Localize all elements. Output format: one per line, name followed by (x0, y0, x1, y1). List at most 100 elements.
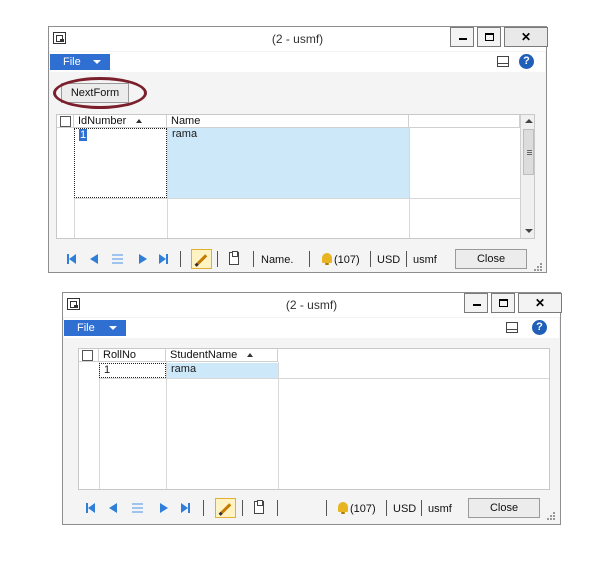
resize-grip-icon[interactable] (534, 261, 544, 271)
minimize-button[interactable] (450, 27, 474, 47)
id-cell[interactable]: 1 (74, 128, 167, 198)
status-bar: (107) USD usmf Close (64, 494, 559, 522)
title-bar[interactable]: (2 - usmf) ✕ (49, 27, 548, 51)
sort-ascending-icon (136, 119, 143, 124)
id-value: 1 (79, 129, 88, 141)
list-view-icon[interactable] (112, 254, 123, 264)
separator (180, 251, 181, 267)
separator (421, 500, 422, 516)
column-header-filler (409, 115, 520, 128)
previous-record-icon[interactable] (109, 503, 117, 513)
separator (203, 500, 204, 516)
form-window-students: (2 - usmf) ✕ File ? RollNo StudentName 1… (62, 292, 562, 525)
minimize-button[interactable] (464, 293, 488, 313)
separator (217, 251, 218, 267)
notification-bell-icon[interactable] (338, 502, 348, 514)
column-header-studentname[interactable]: StudentName (166, 349, 278, 362)
close-icon: ✕ (534, 296, 546, 310)
maximize-icon (499, 299, 508, 307)
separator (309, 251, 310, 267)
last-record-icon[interactable] (159, 254, 169, 264)
file-menu-button[interactable]: File (64, 320, 126, 336)
currency-indicator[interactable]: USD (377, 254, 400, 266)
last-record-icon[interactable] (181, 503, 191, 513)
company-indicator[interactable]: usmf (413, 254, 437, 266)
grid-line (74, 198, 520, 199)
currency-indicator[interactable]: USD (393, 503, 416, 515)
vertical-scrollbar[interactable] (520, 115, 534, 238)
separator (386, 500, 387, 516)
resize-grip-icon[interactable] (547, 510, 557, 520)
column-header-idnumber[interactable]: IdNumber (74, 115, 167, 128)
list-view-icon[interactable] (132, 503, 143, 513)
layout-icon[interactable] (506, 322, 518, 333)
highlight-ring (53, 77, 147, 109)
column-header-rollno[interactable]: RollNo (99, 349, 166, 362)
select-all-checkbox[interactable] (82, 350, 93, 361)
company-indicator[interactable]: usmf (428, 503, 452, 515)
notification-count[interactable]: (107) (334, 254, 360, 266)
scrollbar-thumb[interactable] (523, 129, 534, 175)
form-window-nextform: (2 - usmf) ✕ File ? NextForm IdNumber Na… (48, 26, 548, 273)
separator (326, 500, 327, 516)
caret-down-icon (109, 326, 117, 330)
grid-line (99, 378, 549, 379)
close-window-button[interactable]: ✕ (504, 27, 548, 47)
layout-icon[interactable] (497, 56, 509, 67)
column-header-label: Name (171, 115, 201, 127)
maximize-icon (485, 33, 494, 41)
file-menu-label: File (77, 322, 95, 334)
name-cell[interactable]: rama (168, 128, 409, 198)
file-menu-label: File (63, 56, 81, 68)
notification-count[interactable]: (107) (350, 503, 376, 515)
separator (370, 251, 371, 267)
help-icon[interactable]: ? (519, 54, 534, 69)
attachment-icon[interactable] (254, 500, 264, 514)
close-button[interactable]: Close (455, 249, 527, 269)
edit-button[interactable] (215, 498, 236, 518)
close-window-button[interactable]: ✕ (518, 293, 562, 313)
first-record-icon[interactable] (67, 254, 77, 264)
minimize-icon (473, 304, 481, 306)
name-field-indicator: Name. (261, 254, 294, 266)
column-header-label: StudentName (170, 349, 238, 361)
column-header-name[interactable]: Name (167, 115, 409, 128)
edit-button[interactable] (191, 249, 212, 269)
name-cell[interactable]: rama (167, 363, 278, 378)
status-bar: Name. (107) USD usmf Close (50, 245, 545, 273)
select-all-checkbox[interactable] (60, 116, 71, 127)
select-all-header (57, 115, 74, 128)
attachment-icon[interactable] (229, 251, 239, 265)
grid-line (278, 362, 279, 489)
menu-bar: File ? (64, 318, 559, 338)
edit-pencil-icon (220, 503, 232, 514)
next-record-icon[interactable] (160, 503, 168, 513)
file-menu-button[interactable]: File (50, 54, 110, 70)
title-bar[interactable]: (2 - usmf) ✕ (63, 293, 562, 317)
grid-line (166, 362, 167, 489)
close-button[interactable]: Close (468, 498, 540, 518)
scroll-down-icon[interactable] (525, 229, 533, 233)
caret-down-icon (93, 60, 101, 64)
maximize-button[interactable] (491, 293, 515, 313)
help-icon[interactable]: ? (532, 320, 547, 335)
separator (253, 251, 254, 267)
maximize-button[interactable] (477, 27, 501, 47)
close-icon: ✕ (520, 30, 532, 44)
menu-bar: File ? (50, 52, 545, 72)
records-grid: IdNumber Name 1 rama (56, 114, 535, 239)
first-record-icon[interactable] (86, 503, 96, 513)
separator (242, 500, 243, 516)
scroll-up-icon[interactable] (525, 119, 533, 123)
sort-ascending-icon (247, 353, 254, 358)
column-header-label: RollNo (103, 349, 137, 361)
select-all-header (79, 349, 99, 362)
next-record-icon[interactable] (139, 254, 147, 264)
separator (406, 251, 407, 267)
previous-record-icon[interactable] (90, 254, 98, 264)
notification-bell-icon[interactable] (322, 253, 332, 265)
separator (277, 500, 278, 516)
grid-line (409, 128, 410, 238)
id-cell[interactable]: 1 (99, 363, 166, 378)
grid-line (99, 362, 100, 489)
